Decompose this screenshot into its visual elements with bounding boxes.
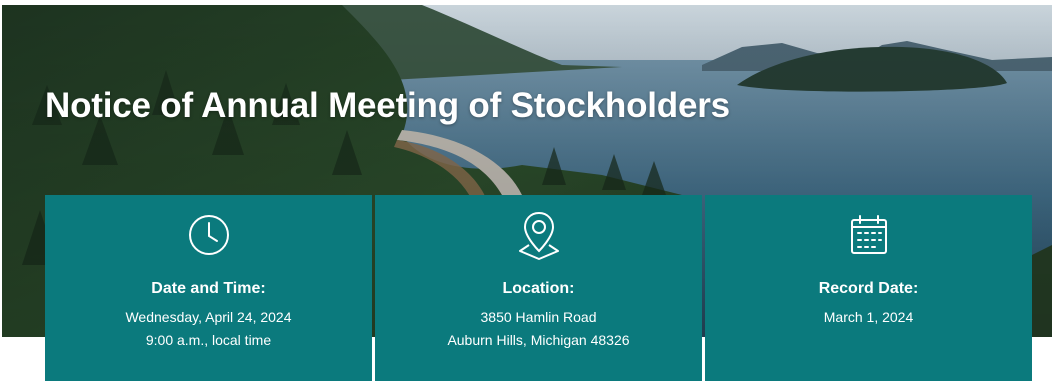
location-label: Location:	[502, 280, 575, 297]
record-date-label: Record Date:	[818, 280, 919, 297]
location-card: Location: 3850 Hamlin Road Auburn Hills,…	[375, 195, 702, 381]
info-cards: Date and Time: Wednesday, April 24, 2024…	[45, 195, 1032, 381]
calendar-icon	[705, 207, 1032, 263]
record-date-card: Record Date: March 1, 2024	[705, 195, 1032, 381]
page-title: Notice of Annual Meeting of Stockholders	[45, 86, 730, 125]
meeting-date: Wednesday, April 24, 2024	[125, 309, 292, 325]
map-pin-icon	[375, 207, 702, 263]
record-date-value: March 1, 2024	[823, 309, 914, 325]
clock-icon	[45, 207, 372, 263]
date-time-card: Date and Time: Wednesday, April 24, 2024…	[45, 195, 372, 381]
address-street: 3850 Hamlin Road	[480, 309, 597, 325]
meeting-time: 9:00 a.m., local time	[145, 332, 272, 348]
date-time-label: Date and Time:	[151, 280, 266, 297]
address-city: Auburn Hills, Michigan 48326	[447, 332, 630, 348]
